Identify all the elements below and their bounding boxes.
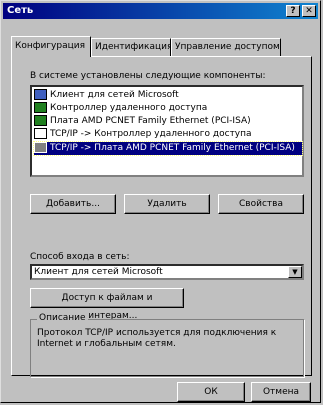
list-item[interactable]: Плата AMD PCNET Family Ethernet (PCI-ISA… [34, 115, 302, 128]
cancel-button[interactable]: Отмена [251, 382, 311, 402]
description-group: Описание Протокол TCP/IP используется дл… [30, 313, 304, 377]
list-item[interactable]: TCP/IP -> Контроллер удаленного доступа [34, 128, 302, 141]
close-button[interactable]: ✕ [302, 5, 316, 17]
tab-identification[interactable]: Идентификация [91, 38, 172, 56]
file-printer-sharing-button[interactable]: Доступ к файлам и принтерам... [30, 288, 184, 321]
adapter-icon [34, 115, 47, 126]
tab-access-control[interactable]: Управление доступом [171, 38, 281, 56]
network-dialog: Сеть ? ✕ Конфигурация Идентификация Упра… [0, 0, 321, 403]
tab-configuration[interactable]: Конфигурация [11, 36, 91, 57]
properties-button[interactable]: Свойства [218, 194, 304, 214]
remove-button[interactable]: Удалить [124, 194, 210, 214]
help-button[interactable]: ? [286, 5, 300, 17]
list-item[interactable]: Контроллер удаленного доступа [34, 102, 302, 115]
protocol-icon [34, 128, 47, 139]
components-label: В системе установлены следующие компонен… [30, 71, 266, 81]
title-bar[interactable]: Сеть ? ✕ [3, 3, 318, 19]
logon-label: Способ входа в сеть: [30, 252, 130, 262]
chevron-down-icon[interactable]: ▼ [288, 266, 302, 278]
list-item[interactable]: Клиент для сетей Microsoft [34, 89, 302, 102]
client-icon [34, 89, 47, 100]
description-text: Протокол TCP/IP используется для подключ… [37, 328, 277, 349]
logon-select[interactable]: Клиент для сетей Microsoft ▼ [30, 264, 304, 280]
window-title: Сеть [7, 5, 34, 16]
components-list[interactable]: Клиент для сетей Microsoft Контроллер уд… [30, 85, 304, 177]
description-title: Описание [37, 313, 88, 323]
add-button[interactable]: Добавить... [30, 194, 116, 214]
logon-select-value: Клиент для сетей Microsoft [34, 267, 163, 277]
list-item[interactable]: TCP/IP -> Плата AMD PCNET Family Etherne… [33, 141, 303, 156]
adapter-icon [34, 102, 47, 113]
protocol-icon [34, 142, 47, 153]
ok-button[interactable]: ОК [177, 382, 245, 402]
